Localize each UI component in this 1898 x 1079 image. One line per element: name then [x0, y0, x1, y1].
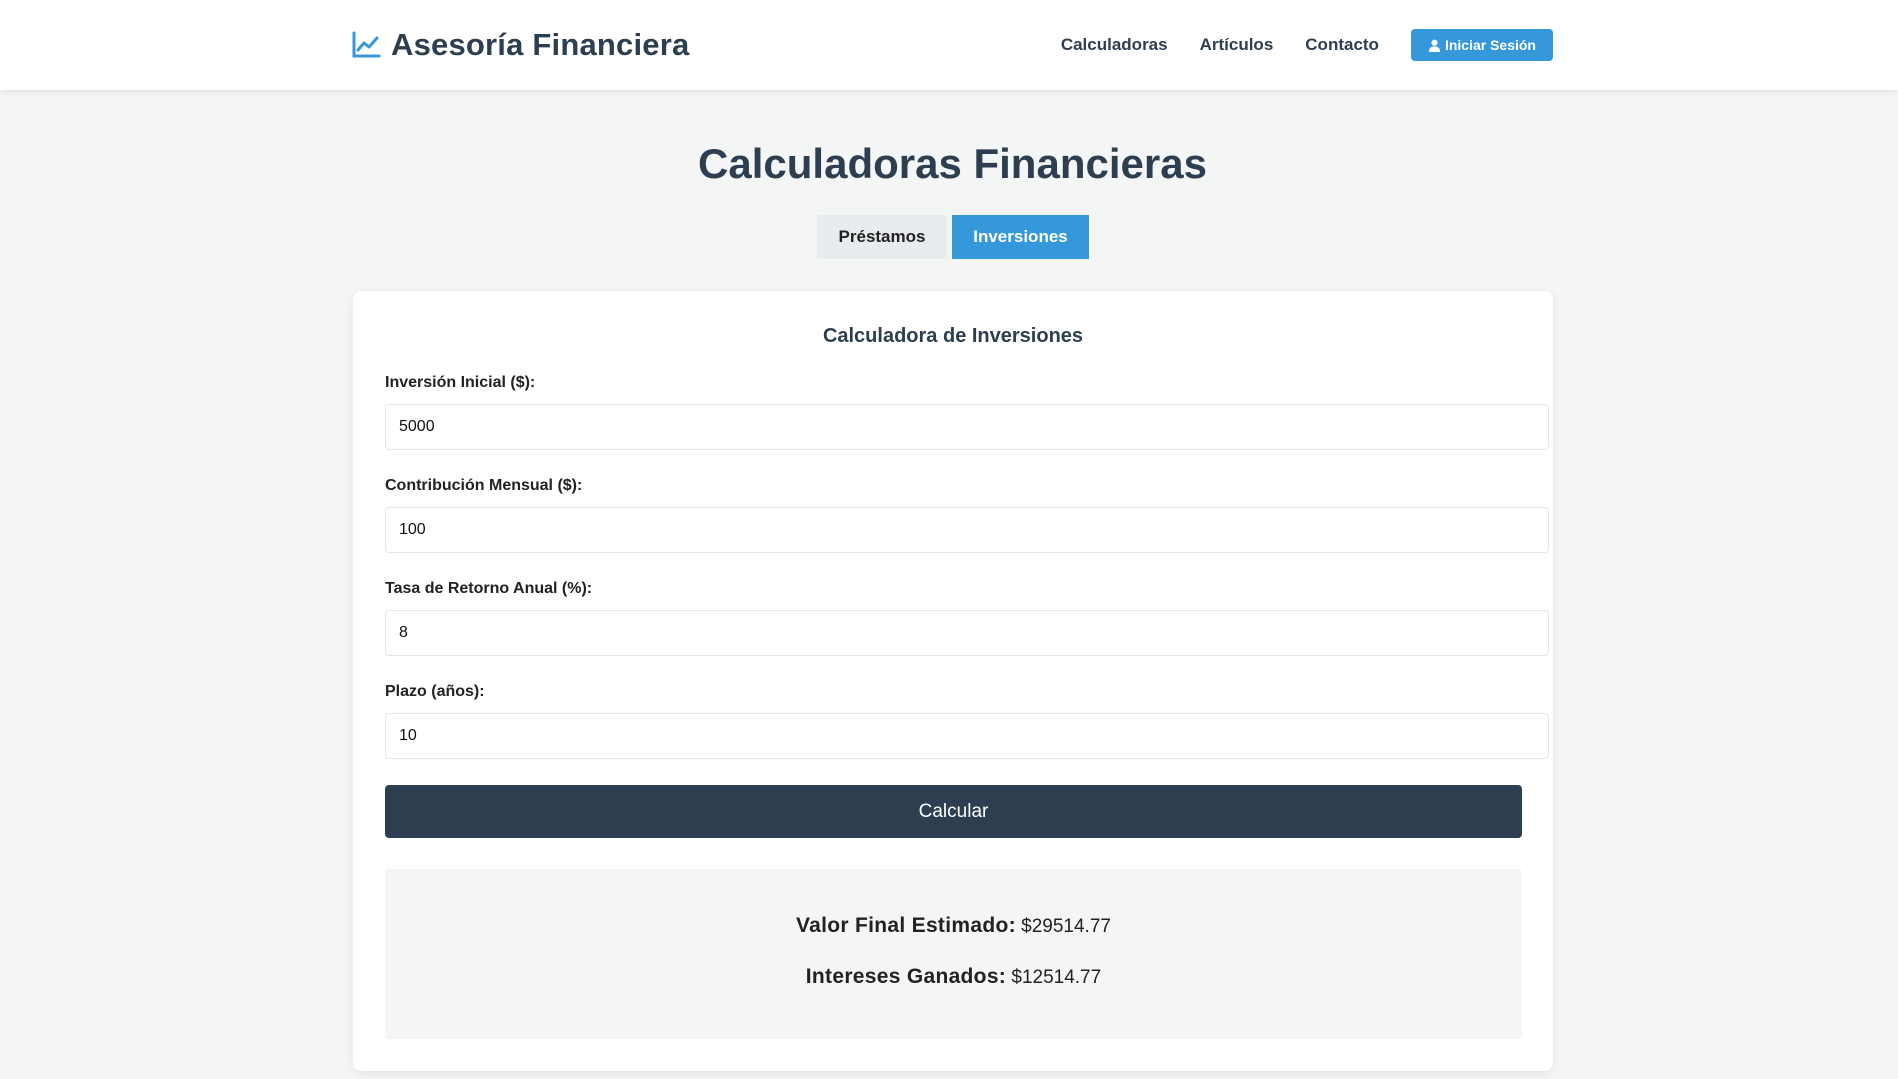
annual-return-rate-input[interactable] — [385, 610, 1549, 656]
interest-earned-label: Intereses Ganados: — [805, 965, 1007, 988]
final-value-amount: $29514.77 — [1021, 916, 1111, 937]
results-panel: Valor Final Estimado: $29514.77 Interese… — [385, 869, 1522, 1039]
login-button-label: Iniciar Sesión — [1444, 37, 1536, 53]
nav-link-contacto[interactable]: Contacto — [1305, 35, 1379, 55]
page-title: Calculadoras Financieras — [698, 140, 1207, 187]
brand-logo[interactable]: Asesoría Financiera — [351, 24, 689, 66]
main-nav: Calculadoras Artículos Contacto Iniciar … — [1029, 29, 1553, 61]
final-value-label: Valor Final Estimado: — [796, 914, 1016, 937]
interest-earned-amount: $12514.77 — [1011, 967, 1102, 988]
tab-prestamos[interactable]: Préstamos — [817, 215, 947, 259]
initial-investment-label: Inversión Inicial ($): — [385, 374, 536, 391]
calculator-tabs: Préstamos Inversiones — [817, 215, 1089, 259]
final-value-result: Valor Final Estimado: $29514.77 — [385, 914, 1522, 938]
nav-link-calculadoras[interactable]: Calculadoras — [1061, 35, 1168, 55]
monthly-contribution-input[interactable] — [385, 507, 1549, 553]
brand-name: Asesoría Financiera — [391, 27, 690, 62]
login-button[interactable]: Iniciar Sesión — [1410, 29, 1553, 61]
calculator-title: Calculadora de Inversiones — [822, 325, 1084, 347]
term-years-input[interactable] — [385, 713, 1549, 759]
chart-line-icon — [352, 31, 381, 58]
tab-inversiones[interactable]: Inversiones — [952, 215, 1089, 259]
user-icon — [1428, 39, 1441, 52]
calculate-button[interactable]: Calcular — [385, 785, 1522, 838]
monthly-contribution-label: Contribución Mensual ($): — [385, 477, 583, 494]
interest-earned-result: Intereses Ganados: $12514.77 — [385, 965, 1522, 989]
top-navbar: Asesoría Financiera Calculadoras Artícul… — [0, 0, 1898, 90]
term-years-label: Plazo (años): — [385, 683, 485, 700]
nav-link-articulos[interactable]: Artículos — [1200, 35, 1274, 55]
annual-return-rate-label: Tasa de Retorno Anual (%): — [385, 580, 593, 597]
investment-calculator-card: Calculadora de Inversiones Inversión Ini… — [353, 291, 1553, 1071]
initial-investment-input[interactable] — [385, 404, 1549, 450]
